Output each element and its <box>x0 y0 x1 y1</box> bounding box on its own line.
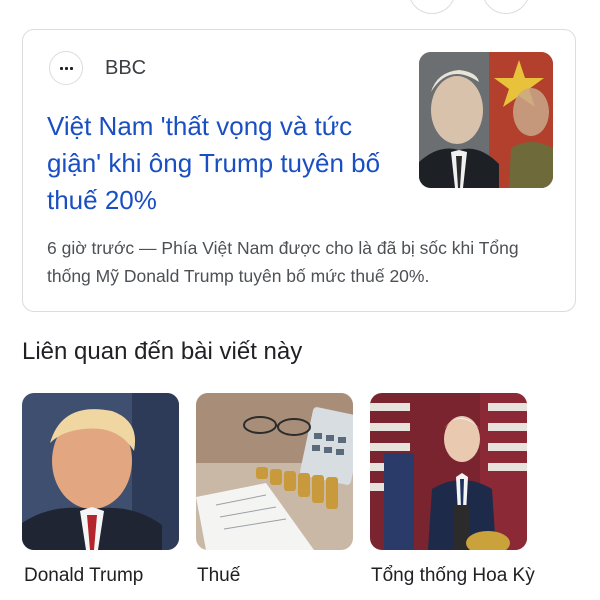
related-label-tong-thong-hoa-ky[interactable]: Tổng thống Hoa Kỳ <box>371 563 541 589</box>
news-article-card[interactable]: BBC Việt Nam 'thất vọng và tức giận' khi… <box>22 29 576 312</box>
related-section-title: Liên quan đến bài viết này <box>22 338 303 365</box>
source-name: BBC <box>105 57 147 79</box>
related-tile-tong-thong-hoa-ky[interactable] <box>370 393 527 550</box>
article-thumbnail-image <box>419 52 553 188</box>
article-snippet: 6 giờ trước — Phía Việt Nam được cho là … <box>47 238 519 286</box>
related-label-donald-trump[interactable]: Donald Trump <box>24 563 189 589</box>
related-tile-donald-trump[interactable] <box>22 393 179 550</box>
bbc-logo-icon <box>59 66 73 70</box>
top-action-button-1[interactable] <box>408 0 456 14</box>
source-favicon <box>49 51 83 85</box>
article-headline-link[interactable]: Việt Nam 'thất vọng và tức giận' khi ông… <box>47 108 387 219</box>
related-label-thue[interactable]: Thuế <box>197 563 362 589</box>
donald-trump-image <box>22 393 179 550</box>
top-action-button-2[interactable] <box>482 0 530 14</box>
tax-image <box>196 393 353 550</box>
article-thumbnail[interactable] <box>419 52 553 188</box>
us-president-image <box>370 393 527 550</box>
related-tile-thue[interactable] <box>196 393 353 550</box>
